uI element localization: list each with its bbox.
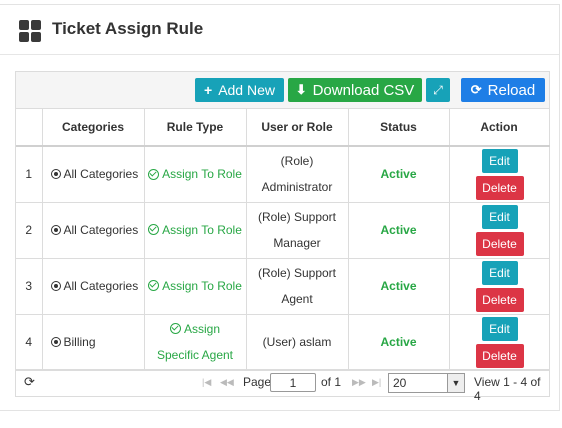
- check-circle-icon: [148, 280, 160, 292]
- column-header-user-or-role[interactable]: User or Role: [246, 109, 349, 147]
- table-row[interactable]: 4 Billing Assign Specific Agent (User) as…: [16, 314, 550, 371]
- column-header-categories[interactable]: Categories: [42, 109, 145, 147]
- page-label: Page: [243, 375, 272, 389]
- check-circle-icon: [169, 323, 181, 335]
- edit-button[interactable]: Edit: [481, 260, 518, 285]
- category-cell: All Categories: [42, 146, 145, 203]
- grid-icon: [19, 20, 42, 43]
- status-cell: Active: [348, 258, 450, 315]
- column-header-rule-type[interactable]: Rule Type: [144, 109, 247, 147]
- chevron-down-icon: ▼: [447, 374, 464, 392]
- user-role-cell: (Role) Support Agent: [246, 258, 349, 315]
- radio-dot-icon: [50, 224, 61, 235]
- radio-dot-icon: [50, 280, 61, 291]
- page-number-input[interactable]: 1: [270, 373, 316, 392]
- user-role-cell: (Role) Administrator: [246, 146, 349, 203]
- next-page-icon[interactable]: ▶▶: [352, 377, 366, 388]
- rows-per-page-select[interactable]: 20 ▼: [388, 373, 465, 393]
- edit-button[interactable]: Edit: [481, 149, 518, 173]
- expand-button[interactable]: ⤢: [426, 78, 450, 102]
- rules-table: Categories Rule Type User or Role Status…: [16, 109, 550, 371]
- status-cell: Active: [348, 202, 450, 259]
- card-header: Ticket Assign Rule: [0, 5, 559, 55]
- action-cell: Edit Delete: [449, 202, 550, 259]
- row-number: 4: [16, 314, 43, 371]
- action-cell: Edit Delete: [449, 146, 550, 203]
- radio-dot-icon: [50, 169, 61, 180]
- plus-icon: +: [204, 82, 213, 98]
- radio-dot-icon: [50, 336, 61, 347]
- user-role-cell: (User) aslam: [246, 314, 349, 371]
- action-cell: Edit Delete: [449, 258, 550, 315]
- delete-button[interactable]: Delete: [475, 176, 524, 200]
- view-records-text: View 1 - 4 of 4: [474, 375, 541, 403]
- last-page-icon[interactable]: ▶|: [372, 377, 381, 388]
- table-row[interactable]: 2 All Categories Assign To Role (Role) S…: [16, 202, 550, 259]
- page-title: Ticket Assign Rule: [52, 19, 204, 38]
- table-row[interactable]: 3 All Categories Assign To Role (Role) S…: [16, 258, 550, 315]
- table-row[interactable]: 1 All Categories Assign To Role (Role) Ad…: [16, 146, 550, 203]
- rule-type-cell: Assign To Role: [144, 258, 247, 315]
- delete-button[interactable]: Delete: [475, 287, 524, 312]
- column-header-action: Action: [449, 109, 550, 147]
- column-header: [16, 109, 43, 147]
- category-cell: Billing: [42, 314, 145, 371]
- category-cell: All Categories: [42, 202, 145, 259]
- ticket-assign-rule-card: Ticket Assign Rule + Add New ⬇ Download …: [0, 4, 560, 411]
- grid-toolbar: + Add New ⬇ Download CSV ⤢ ⟳ Reload: [16, 72, 549, 109]
- check-circle-icon: [148, 168, 160, 180]
- delete-button[interactable]: Delete: [475, 343, 524, 368]
- user-role-cell: (Role) Support Manager: [246, 202, 349, 259]
- action-cell: Edit Delete: [449, 314, 550, 371]
- edit-button[interactable]: Edit: [481, 204, 518, 229]
- column-header-status[interactable]: Status: [348, 109, 450, 147]
- page-count: of 1: [321, 375, 342, 389]
- refresh-icon: ⟳: [470, 82, 482, 97]
- first-page-icon[interactable]: |◀: [202, 377, 211, 388]
- rules-grid: + Add New ⬇ Download CSV ⤢ ⟳ Reload Cate…: [15, 71, 550, 403]
- rule-type-cell: Assign To Role: [144, 202, 247, 259]
- rule-type-cell: Assign To Role: [144, 146, 247, 203]
- status-cell: Active: [348, 146, 450, 203]
- reload-button[interactable]: ⟳ Reload: [461, 78, 545, 102]
- add-new-button[interactable]: + Add New: [195, 78, 284, 102]
- delete-button[interactable]: Delete: [475, 231, 524, 256]
- check-circle-icon: [148, 224, 160, 236]
- edit-button[interactable]: Edit: [481, 316, 518, 341]
- rule-type-cell: Assign Specific Agent: [144, 314, 247, 371]
- download-csv-button[interactable]: ⬇ Download CSV: [288, 78, 422, 102]
- expand-icon: ⤢: [433, 82, 443, 97]
- download-icon: ⬇: [295, 82, 307, 97]
- row-number: 3: [16, 258, 43, 315]
- prev-page-icon[interactable]: ◀◀: [220, 377, 234, 388]
- row-number: 2: [16, 202, 43, 259]
- pager: ⟳ |◀ ◀◀ Page 1 of 1 ▶▶ ▶| 20 ▼ View 1 - …: [16, 369, 549, 403]
- table-header-row: Categories Rule Type User or Role Status…: [16, 109, 550, 147]
- status-cell: Active: [348, 314, 450, 371]
- category-cell: All Categories: [42, 258, 145, 315]
- refresh-icon[interactable]: ⟳: [24, 374, 35, 390]
- row-number: 1: [16, 146, 43, 203]
